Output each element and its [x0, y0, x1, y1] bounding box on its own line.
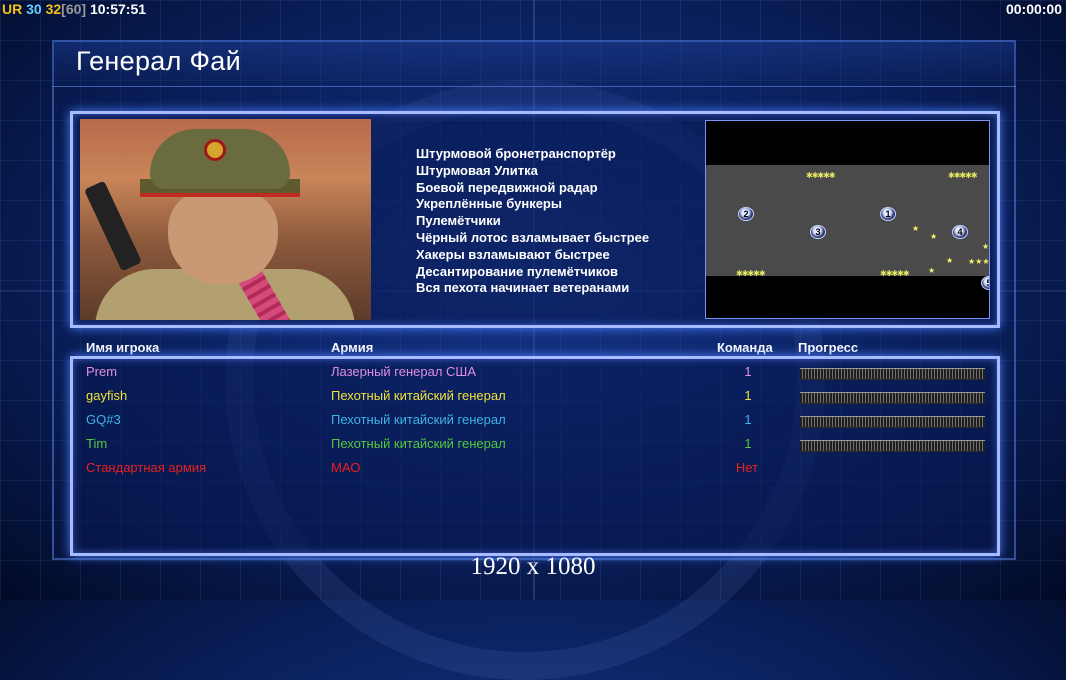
map-star-icon: ★	[982, 242, 990, 251]
player-army: МАО	[331, 460, 361, 475]
map-tree-cluster: ✱✱✱✱✱	[880, 269, 909, 278]
player-row: Tim Пехотный китайский генерал 1	[0, 436, 1066, 456]
hud-value-b: 32	[45, 1, 62, 17]
start-position-5: 5	[981, 276, 989, 290]
map-tree-cluster: ✱✱✱✱✱	[736, 269, 765, 278]
general-title: Генерал Фай	[76, 46, 241, 76]
map-star-icon: ★★★★	[968, 257, 990, 266]
column-header-team: Команда	[717, 340, 773, 355]
upgrade-item: Десантирование пулемётчиков	[416, 263, 619, 279]
upgrade-item: Вся пехота начинает ветеранами	[416, 280, 630, 296]
loading-progress-bar	[800, 392, 985, 404]
player-row: Стандартная армия МАО Нет	[0, 460, 1066, 480]
map-preview: ✱✱✱✱✱ ✱✱✱✱✱ ✱✱✱✱✱ ✱✱✱✱✱ ★ ★ ★ ★ ★★★★ ★ 1…	[705, 120, 990, 319]
column-header-army: Армия	[331, 340, 374, 355]
player-team: 1	[744, 412, 752, 427]
fps-overlay: UR 30 32[60] 10:57:51	[2, 0, 146, 18]
upgrade-item: Пулемётчики	[416, 213, 501, 229]
start-position-4: 4	[952, 225, 968, 239]
resolution-label: 1920 x 1080	[470, 553, 596, 580]
upgrade-item: Хакеры взламывают быстрее	[416, 246, 610, 262]
general-portrait	[80, 119, 371, 320]
player-row: gayfish Пехотный китайский генерал 1	[0, 388, 1066, 408]
hud-value-a: 30	[26, 1, 42, 17]
player-list-panel	[70, 356, 1000, 556]
map-star-icon: ★	[928, 266, 936, 275]
player-team: Нет	[735, 460, 759, 475]
player-army: Пехотный китайский генерал	[331, 388, 506, 403]
pistol-icon	[84, 180, 142, 272]
portrait-face	[168, 189, 278, 284]
player-row: Prem Лазерный генерал США 1	[0, 364, 1066, 384]
player-army: Пехотный китайский генерал	[331, 412, 506, 427]
loading-progress-bar	[800, 440, 985, 452]
upgrade-item: Штурмовой бронетранспортёр	[416, 146, 616, 161]
start-position-3: 3	[810, 225, 826, 239]
player-team: 1	[744, 388, 752, 403]
player-name: Стандартная армия	[86, 460, 207, 475]
player-row: GQ#3 Пехотный китайский генерал 1	[0, 412, 1066, 432]
player-army: Пехотный китайский генерал	[331, 436, 506, 451]
map-tree-cluster: ✱✱✱✱✱	[806, 171, 835, 180]
hat-badge-icon	[204, 139, 226, 161]
map-tree-cluster: ✱✱✱✱✱	[948, 171, 977, 180]
upgrade-item: Укреплённые бункеры	[416, 196, 562, 212]
loading-progress-bar	[800, 368, 985, 380]
player-name: Prem	[86, 364, 118, 379]
player-name: GQ#3	[86, 412, 121, 427]
player-army: Лазерный генерал США	[331, 364, 477, 379]
loading-progress-bar	[800, 416, 985, 428]
start-position-2: 2	[738, 207, 754, 221]
column-header-player: Имя игрока	[86, 340, 160, 355]
column-header-progress: Прогресс	[798, 340, 859, 355]
player-team: 1	[744, 364, 752, 379]
map-star-icon: ★	[946, 256, 954, 265]
ur-label: UR	[2, 1, 23, 17]
upgrade-item: Штурмовая Улитка	[416, 162, 538, 178]
upgrade-item: Чёрный лотос взламывает быстрее	[416, 229, 650, 245]
timer: 00:00:00	[1005, 1, 1062, 17]
player-name: Tim	[86, 436, 108, 451]
map-star-icon: ★	[930, 232, 938, 241]
clock: 10:57:51	[89, 1, 147, 17]
hud-value-c: [60]	[61, 1, 87, 17]
start-position-1: 1	[880, 207, 896, 221]
upgrade-list: Штурмовой бронетранспортёр Штурмовая Ули…	[416, 146, 696, 297]
map-star-icon: ★	[912, 224, 920, 233]
upgrade-item: Боевой передвижной радар	[416, 179, 598, 195]
player-team: 1	[744, 436, 752, 451]
player-name: gayfish	[86, 388, 128, 403]
